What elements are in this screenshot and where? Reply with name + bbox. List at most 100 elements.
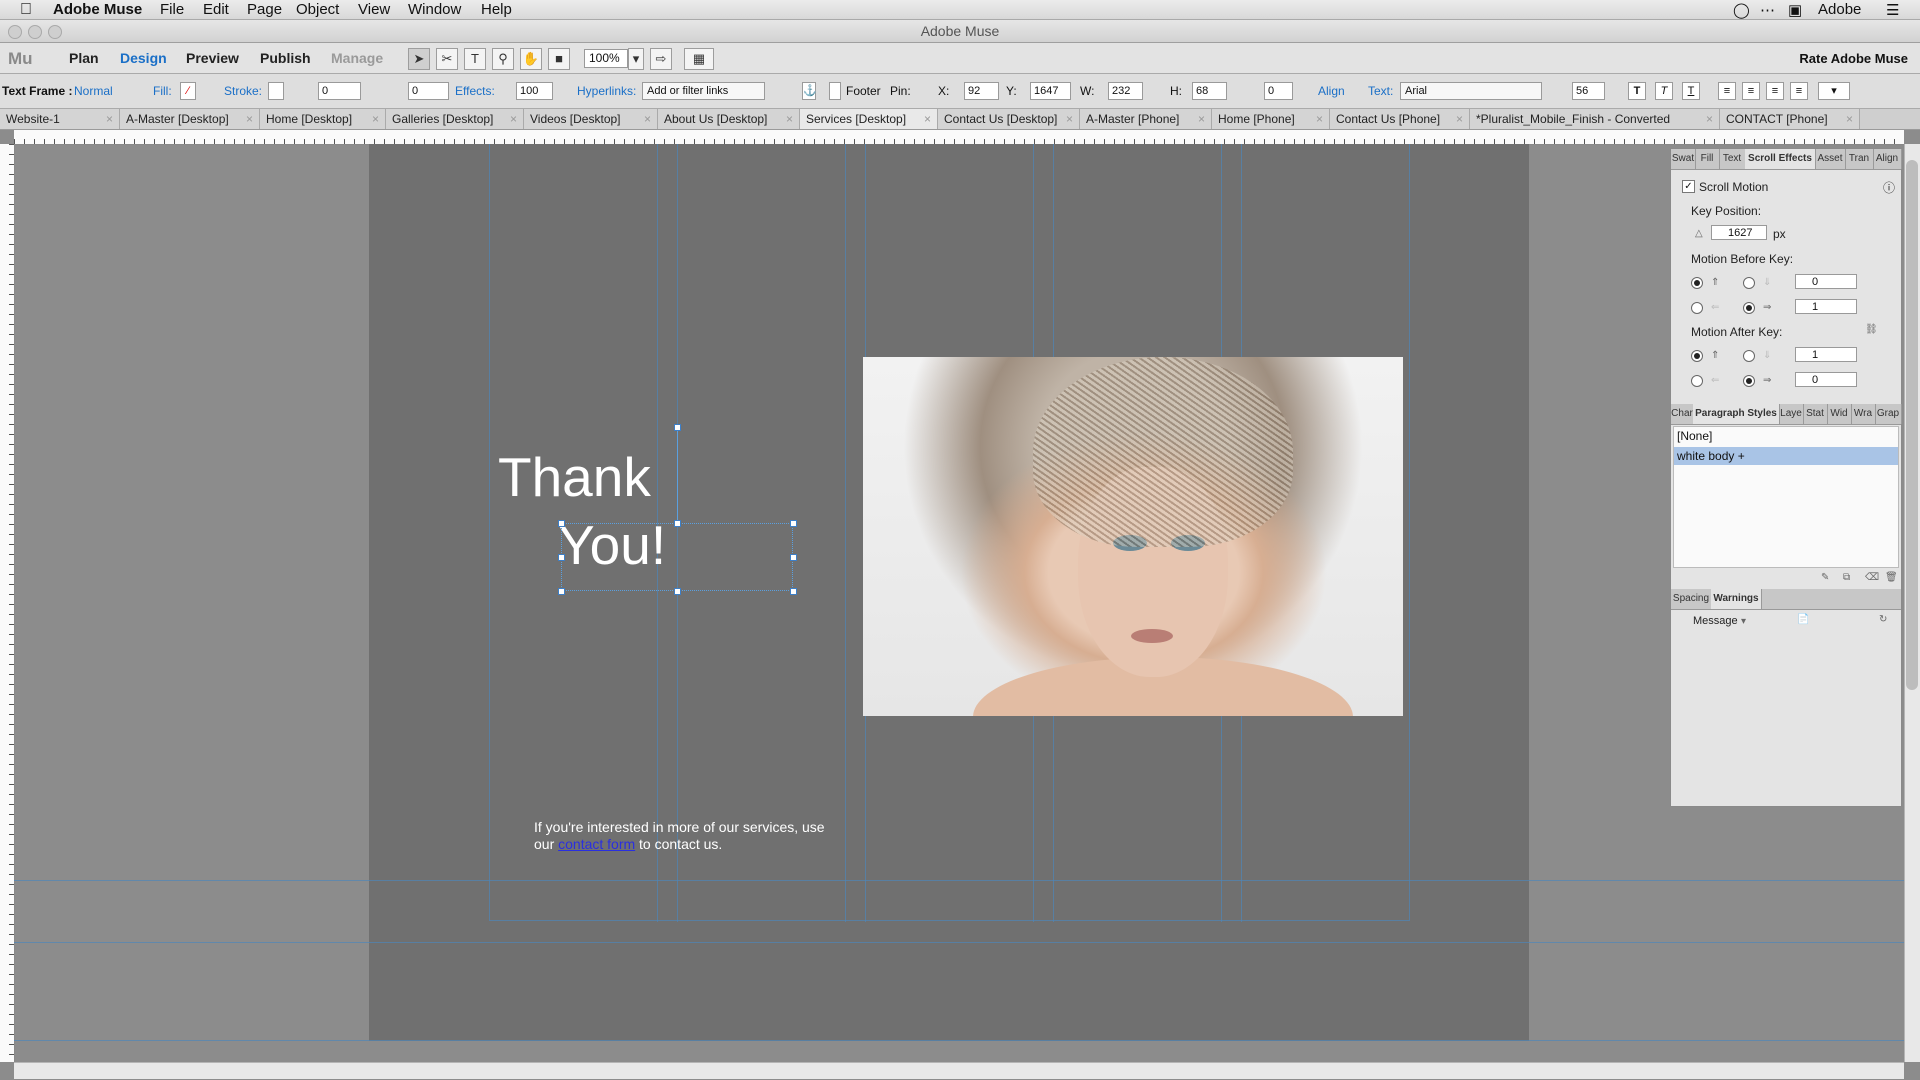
tab-contact-desktop[interactable]: Contact Us [Desktop] × (938, 109, 1080, 129)
fill-swatch[interactable]: ∕ (180, 82, 196, 100)
close-tab-icon[interactable]: × (1706, 109, 1713, 129)
adobe-account[interactable]: Adobe (1818, 1, 1861, 18)
fill-label[interactable]: Fill: (153, 84, 172, 98)
tab-contact-upper-phone[interactable]: CONTACT [Phone] × (1720, 109, 1860, 129)
opacity-field[interactable]: 100 (516, 82, 553, 100)
align-left-icon[interactable]: ≡ (1718, 82, 1736, 100)
frame-state-select[interactable]: Normal (74, 84, 113, 98)
tab-galleries-desktop[interactable]: Galleries [Desktop] × (386, 109, 524, 129)
footer-guide[interactable] (14, 942, 1904, 943)
apple-icon[interactable]:  (20, 1, 32, 19)
chevron-down-icon[interactable]: ▾ (1741, 616, 1746, 627)
tab-home-phone[interactable]: Home [Phone] × (1212, 109, 1330, 129)
hyperlinks-select[interactable]: Add or filter links (642, 82, 765, 100)
before-down-radio[interactable] (1743, 277, 1755, 289)
tab-contact-phone[interactable]: Contact Us [Phone] × (1330, 109, 1470, 129)
place-icon[interactable]: ⇨ (650, 48, 672, 70)
close-tab-icon[interactable]: × (644, 109, 651, 129)
tab-transform[interactable]: Tran (1845, 149, 1874, 169)
mode-preview[interactable]: Preview (186, 50, 239, 66)
before-left-radio[interactable] (1691, 302, 1703, 314)
tab-videos-desktop[interactable]: Videos [Desktop] × (524, 109, 658, 129)
document-icon[interactable]: 📄 (1797, 614, 1809, 625)
resize-handle[interactable] (558, 588, 565, 595)
style-none[interactable]: [None] (1674, 427, 1898, 445)
close-tab-icon[interactable]: × (1456, 109, 1463, 129)
tab-pluralist-mobile[interactable]: *Pluralist_Mobile_Finish - Converted × (1470, 109, 1720, 129)
w-field[interactable]: 232 (1108, 82, 1143, 100)
menu-window[interactable]: Window (408, 1, 461, 18)
align-center-icon[interactable]: ≡ (1742, 82, 1760, 100)
close-tab-icon[interactable]: × (246, 109, 253, 129)
tab-a-master-phone[interactable]: A-Master [Phone] × (1080, 109, 1212, 129)
view-options-icon[interactable]: ▦ (684, 48, 714, 70)
mode-plan[interactable]: Plan (69, 50, 99, 66)
resize-handle[interactable] (790, 520, 797, 527)
resize-handle[interactable] (790, 588, 797, 595)
duplicate-style-icon[interactable]: ⧉ (1843, 572, 1850, 583)
resize-handle[interactable] (790, 554, 797, 561)
zoom-tool-icon[interactable]: ⚲ (492, 48, 514, 70)
close-tab-icon[interactable]: × (372, 109, 379, 129)
after-horizontal-field[interactable]: 0 (1795, 372, 1857, 387)
list-icon[interactable]: ☰ (1886, 1, 1899, 19)
header-guide[interactable] (14, 880, 1904, 881)
font-select[interactable]: Arial (1400, 82, 1542, 100)
x-field[interactable]: 92 (964, 82, 999, 100)
mode-publish[interactable]: Publish (260, 50, 311, 66)
after-down-radio[interactable] (1743, 350, 1755, 362)
tab-a-master-desktop[interactable]: A-Master [Desktop] × (120, 109, 260, 129)
selection-tool-icon[interactable]: ➤ (408, 48, 430, 70)
more-icon[interactable]: ⋯ (1760, 1, 1775, 19)
rectangle-tool-icon[interactable]: ■ (548, 48, 570, 70)
menu-edit[interactable]: Edit (203, 1, 229, 18)
font-size-field[interactable]: 56 (1572, 82, 1605, 100)
tab-states[interactable]: Stat (1803, 404, 1828, 424)
mode-design[interactable]: Design (120, 50, 167, 66)
tab-home-desktop[interactable]: Home [Desktop] × (260, 109, 386, 129)
new-style-icon[interactable]: ✎ (1821, 572, 1829, 583)
vertical-scroll-thumb[interactable] (1906, 160, 1918, 690)
after-up-radio[interactable] (1691, 350, 1703, 362)
tab-wrap[interactable]: Wra (1851, 404, 1876, 424)
y-field[interactable]: 1647 (1030, 82, 1071, 100)
close-tab-icon[interactable]: × (924, 109, 931, 129)
tab-swatches[interactable]: Swat (1671, 149, 1696, 169)
close-tab-icon[interactable]: × (510, 109, 517, 129)
rotate-field[interactable]: 0 (1264, 82, 1293, 100)
rate-muse-link[interactable]: Rate Adobe Muse (1799, 51, 1908, 66)
before-horizontal-field[interactable]: 1 (1795, 299, 1857, 314)
tab-website[interactable]: Website-1 × (0, 109, 120, 129)
display-icon[interactable]: ▣ (1788, 1, 1802, 19)
align-right-icon[interactable]: ≡ (1766, 82, 1784, 100)
close-tab-icon[interactable]: × (1198, 109, 1205, 129)
style-white-body[interactable]: white body + (1674, 447, 1898, 465)
text-options-icon[interactable]: ▾ (1818, 82, 1850, 100)
key-position-field[interactable]: 1627 (1711, 225, 1767, 240)
after-left-radio[interactable] (1691, 375, 1703, 387)
link-icon[interactable]: ⛓ (1865, 324, 1878, 335)
resize-handle[interactable] (674, 588, 681, 595)
tab-fill[interactable]: Fill (1695, 149, 1720, 169)
close-tab-icon[interactable]: × (1316, 109, 1323, 129)
tab-graphic-styles[interactable]: Grap (1875, 404, 1902, 424)
before-up-radio[interactable] (1691, 277, 1703, 289)
footer-checkbox[interactable] (829, 82, 841, 100)
services-body-text[interactable]: If you're interested in more of our serv… (534, 819, 844, 853)
menu-page[interactable]: Page (247, 1, 282, 18)
zoom-dropdown-icon[interactable]: ▾ (628, 48, 644, 70)
close-tab-icon[interactable]: × (786, 109, 793, 129)
stroke-label[interactable]: Stroke: (224, 84, 262, 98)
before-right-radio[interactable] (1743, 302, 1755, 314)
scroll-motion-checkbox[interactable]: ✓ (1682, 180, 1695, 193)
tab-paragraph-styles[interactable]: Paragraph Styles (1693, 404, 1780, 424)
tab-assets[interactable]: Asset (1815, 149, 1846, 169)
horizontal-scrollbar[interactable] (14, 1062, 1904, 1079)
clear-style-icon[interactable]: ⌫ (1865, 572, 1879, 583)
info-icon[interactable]: ⓘ (1883, 179, 1895, 196)
italic-icon[interactable]: T (1655, 82, 1673, 100)
menu-help[interactable]: Help (481, 1, 512, 18)
hand-tool-icon[interactable]: ✋ (520, 48, 542, 70)
after-vertical-field[interactable]: 1 (1795, 347, 1857, 362)
corner-radius-field[interactable]: 0 (408, 82, 449, 100)
